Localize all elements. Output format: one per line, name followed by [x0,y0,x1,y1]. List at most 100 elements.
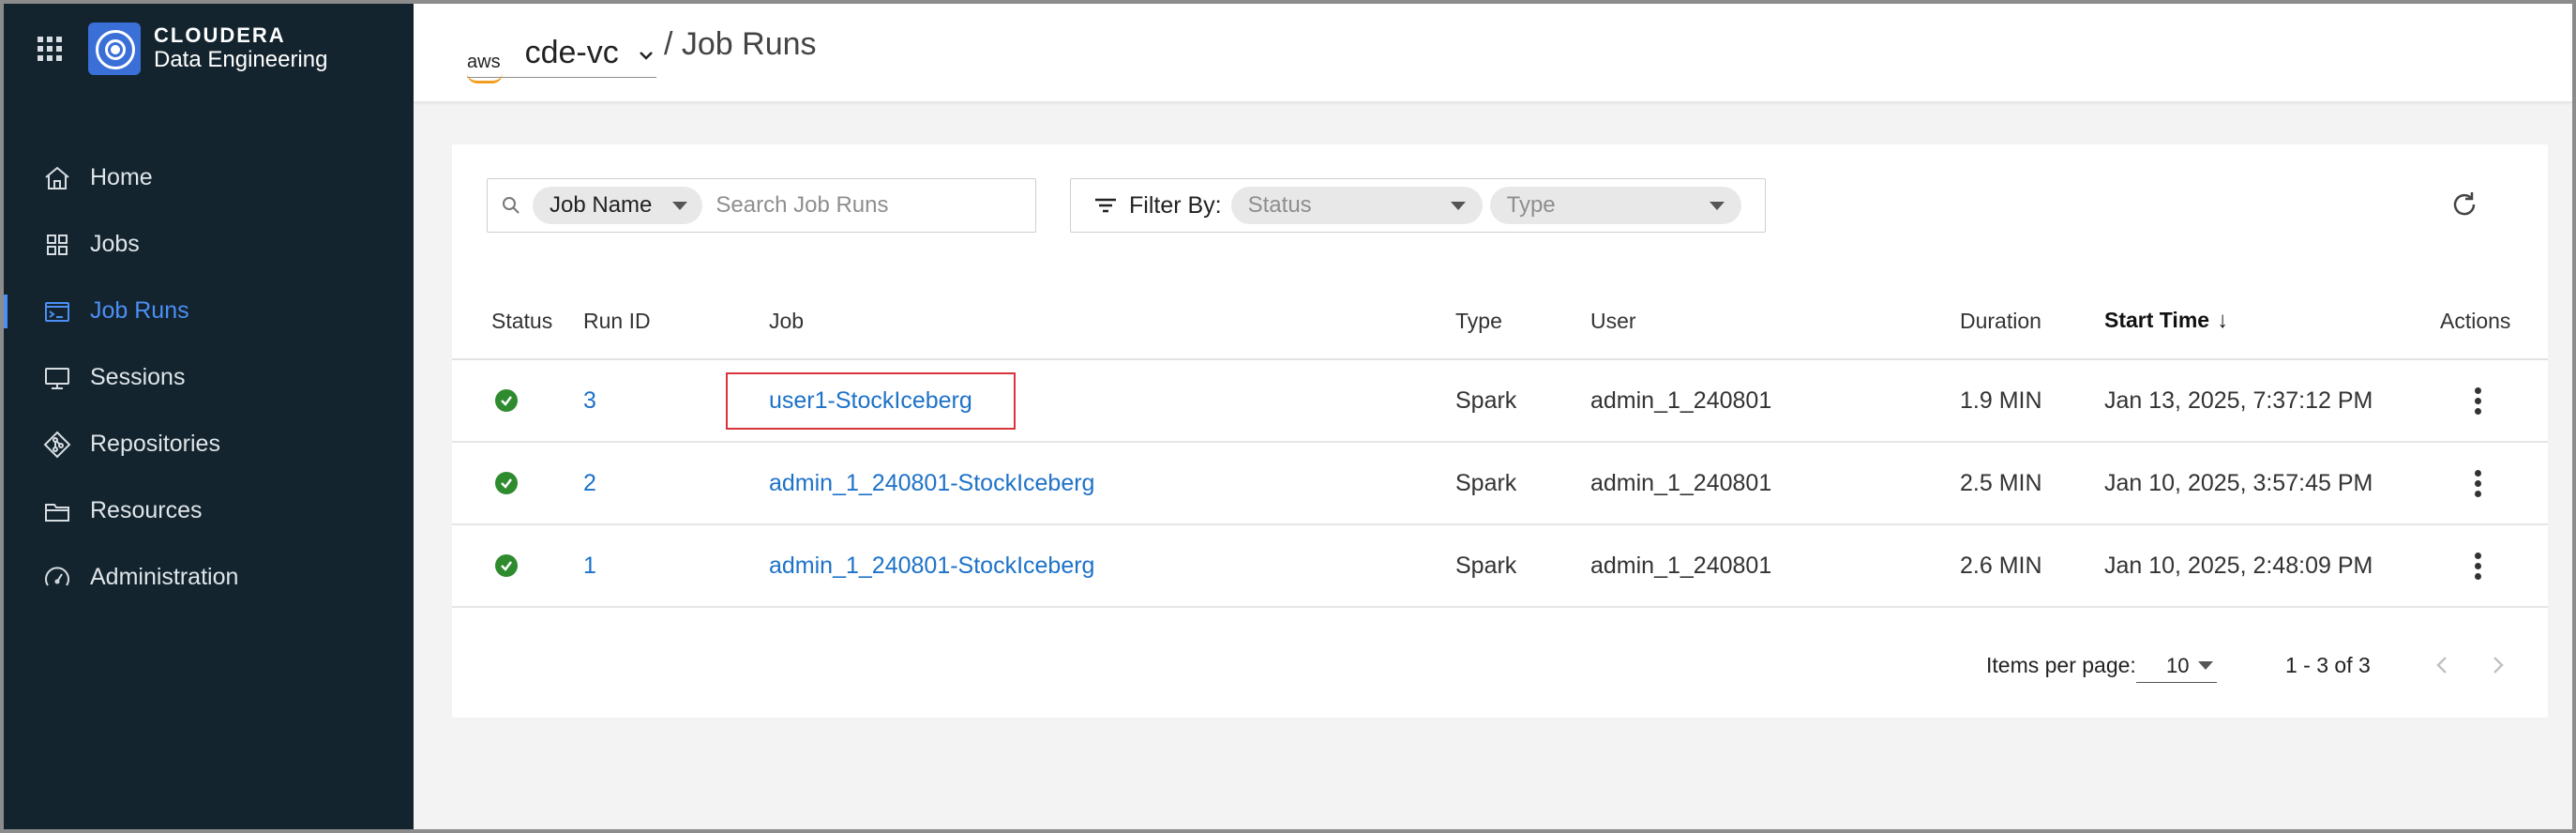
status-filter-placeholder: Status [1247,192,1312,218]
cloudera-logo-icon [88,23,141,75]
pagination: Items per page: 10 1 - 3 of 3 [452,644,2548,690]
grid-icon [41,229,73,261]
run-user: admin_1_240801 [1589,524,1959,608]
sidebar-item-administration[interactable]: Administration [4,544,414,611]
aws-logo-icon: aws [467,53,503,83]
status-filter-select[interactable]: Status [1230,187,1483,224]
sidebar-item-jobs[interactable]: Jobs [4,211,414,278]
run-user: admin_1_240801 [1589,442,1959,525]
job-runs-table: Status Run ID Job Type User Duration Sta… [452,283,2548,608]
job-runs-card: Job Name Filter By: Status Type [452,144,2548,718]
sidebar-item-label: Jobs [90,231,140,257]
brand: CLOUDERA Data Engineering [38,23,327,75]
caret-down-icon [2198,661,2214,670]
column-header-job[interactable]: Job [768,283,1454,360]
monitor-icon [41,362,73,394]
refresh-icon[interactable] [2448,188,2481,221]
filter-icon [1095,198,1116,213]
caret-down-icon [1709,201,1725,210]
sidebar-item-job-runs[interactable]: Job Runs [4,278,414,344]
run-start-time: Jan 10, 2025, 2:48:09 PM [2103,524,2439,608]
run-duration: 1.9 MIN [1959,359,2103,443]
breadcrumb: / Job Runs [664,26,817,62]
table-row: 2 admin_1_240801-StockIceberg Spark admi… [452,442,2548,525]
previous-page-icon[interactable] [2431,651,2453,679]
search-field-label: Job Name [550,192,653,218]
sidebar-nav: Home Jobs Job Runs Sessions Repositories… [4,144,414,611]
column-header-start-time[interactable]: Start Time ↓ [2103,283,2439,360]
job-name-link[interactable]: admin_1_240801-StockIceberg [769,470,1094,496]
search-icon [503,197,520,214]
row-actions-menu-icon[interactable] [2474,469,2481,497]
brand-name: CLOUDERA [154,23,286,47]
column-header-run-id[interactable]: Run ID [582,283,768,360]
filter-label: Filter By: [1129,191,1222,219]
items-per-page-select[interactable]: 10 [2136,649,2217,683]
table-header-row: Status Run ID Job Type User Duration Sta… [452,283,2548,360]
app-window: CLOUDERA Data Engineering Home Jobs Job … [4,4,2572,829]
column-header-user[interactable]: User [1589,283,1959,360]
column-header-actions: Actions [2439,283,2548,360]
type-filter-select[interactable]: Type [1489,187,1741,224]
run-type: Spark [1454,442,1589,525]
next-page-icon[interactable] [2487,651,2509,679]
sidebar-item-repositories[interactable]: Repositories [4,411,414,477]
search-input[interactable] [714,191,1000,220]
sidebar-item-label: Job Runs [90,297,189,324]
column-header-duration[interactable]: Duration [1959,283,2103,360]
run-type: Spark [1454,359,1589,443]
sidebar-item-label: Resources [90,497,203,523]
environment-selector[interactable]: aws cde-vc [467,24,656,83]
sidebar: CLOUDERA Data Engineering Home Jobs Job … [4,4,414,829]
job-runs-icon [41,295,73,327]
sidebar-item-label: Sessions [90,364,186,390]
sidebar-item-sessions[interactable]: Sessions [4,344,414,411]
run-start-time: Jan 13, 2025, 7:37:12 PM [2103,359,2439,443]
main-content: aws cde-vc / Job Runs Job Name Filter By… [414,4,2572,829]
row-actions-menu-icon[interactable] [2474,386,2481,415]
run-user: admin_1_240801 [1589,359,1959,443]
run-type: Spark [1454,524,1589,608]
column-header-type[interactable]: Type [1454,283,1589,360]
column-header-status[interactable]: Status [452,283,582,360]
run-id-link[interactable]: 2 [583,470,596,496]
git-icon [41,429,73,461]
run-duration: 2.6 MIN [1959,524,2103,608]
home-icon [41,162,73,194]
success-status-icon [495,472,518,494]
sidebar-item-resources[interactable]: Resources [4,477,414,544]
run-start-time: Jan 10, 2025, 3:57:45 PM [2103,442,2439,525]
search-field-dropdown[interactable]: Job Name [533,187,703,224]
run-id-link[interactable]: 1 [583,553,596,579]
items-per-page-label: Items per page: [1986,653,2136,677]
sort-descending-icon: ↓ [2217,308,2229,333]
sidebar-item-label: Repositories [90,431,220,457]
chevron-down-icon [639,52,653,60]
folder-icon [41,495,73,527]
caret-down-icon [1450,201,1466,210]
top-bar: aws cde-vc / Job Runs [414,4,2572,101]
job-name-link-highlighted[interactable]: user1-StockIceberg [726,371,1016,430]
sidebar-item-label: Home [90,164,153,190]
product-name: Data Engineering [154,47,328,72]
search-box: Job Name [487,178,1036,233]
type-filter-placeholder: Type [1506,192,1556,218]
table-row: 3 user1-StockIceberg Spark admin_1_24080… [452,359,2548,443]
items-per-page-value: 10 [2166,653,2190,677]
gauge-icon [41,562,73,594]
job-name-link[interactable]: admin_1_240801-StockIceberg [769,553,1094,579]
brand-text: CLOUDERA Data Engineering [154,24,327,73]
pagination-range: 1 - 3 of 3 [2285,653,2371,677]
filter-bar: Filter By: Status Type [1070,178,1766,233]
app-launcher-icon[interactable] [38,37,62,61]
sidebar-item-label: Administration [90,564,239,590]
success-status-icon [495,554,518,577]
caret-down-icon [672,201,688,210]
success-status-icon [495,389,518,412]
run-id-link[interactable]: 3 [583,387,596,414]
table-row: 1 admin_1_240801-StockIceberg Spark admi… [452,524,2548,608]
run-duration: 2.5 MIN [1959,442,2103,525]
sidebar-item-home[interactable]: Home [4,144,414,211]
environment-name: cde-vc [524,35,619,70]
row-actions-menu-icon[interactable] [2474,552,2481,580]
